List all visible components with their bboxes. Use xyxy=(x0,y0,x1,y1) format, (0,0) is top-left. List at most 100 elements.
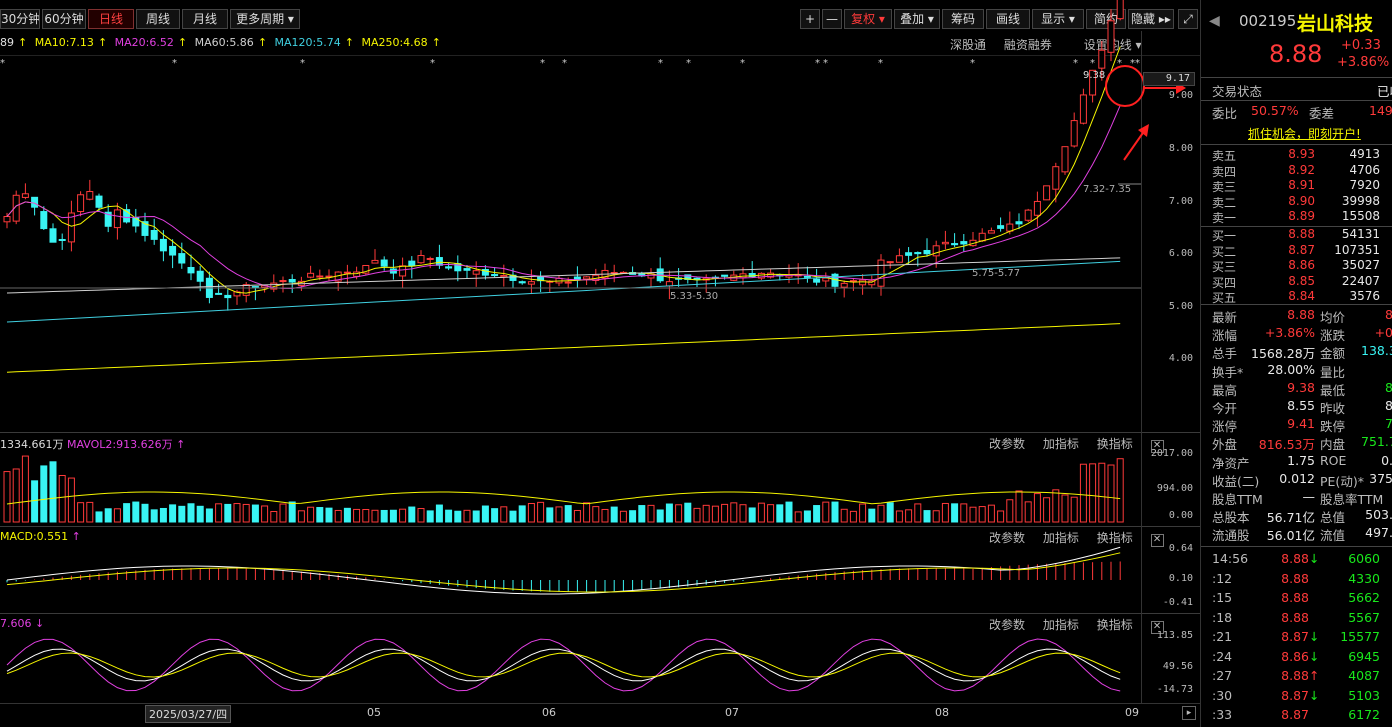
stat-value: 1.75 xyxy=(1287,452,1315,468)
stat-label: 最高 xyxy=(1212,382,1238,398)
arrow-down-icon: ↓ xyxy=(1309,551,1320,566)
volume-bar xyxy=(224,503,232,523)
tick-time: :12 xyxy=(1212,570,1233,586)
candle-body xyxy=(721,274,729,277)
collapse-icon[interactable]: ◀ xyxy=(1209,13,1220,29)
volume-bar xyxy=(77,502,85,523)
volume-bar xyxy=(307,506,315,523)
tick-row: :30 8.87 ↓ 5103 xyxy=(1201,688,1392,706)
scroll-right-icon[interactable]: ▸ xyxy=(1182,706,1196,720)
volume-bar xyxy=(610,506,618,523)
volume-bar xyxy=(426,510,434,523)
bid-row: 买四 8.85 22407 xyxy=(1201,273,1392,290)
volume-bar xyxy=(445,509,453,523)
order-ratio-row: 委比 50.57% 委差 149 xyxy=(1212,103,1392,121)
candle-body xyxy=(803,275,811,278)
candle-body xyxy=(583,276,591,280)
kdj-panel-actions: 改参数 加指标 换指标 ✕ xyxy=(975,616,1164,634)
price-tick: 6.00 xyxy=(1168,248,1193,259)
stat-value: 8 xyxy=(1361,380,1392,395)
tick-volume: 6060 xyxy=(1348,551,1380,566)
edit-params-link[interactable]: 改参数 xyxy=(989,618,1025,632)
add-indicator-link[interactable]: 加指标 xyxy=(1043,531,1079,545)
divider xyxy=(1201,100,1392,101)
candle-body xyxy=(150,230,158,240)
month-label: 08 xyxy=(935,706,949,719)
volume-ma-line xyxy=(6,491,1121,505)
tick-time: :15 xyxy=(1212,590,1233,605)
volume-bar xyxy=(353,508,361,523)
tick-price: 8.88 xyxy=(1281,590,1309,605)
ask-price: 8.92 xyxy=(1288,162,1315,177)
price-change: +0.33 xyxy=(1341,38,1381,53)
stat-label: 均价 xyxy=(1320,310,1346,325)
volume-bar xyxy=(675,504,683,523)
open-account-link[interactable]: 抓住机会，即刻开户! xyxy=(1248,125,1361,142)
event-star-icon: * xyxy=(878,58,883,69)
candle-body xyxy=(1006,223,1014,232)
candle-body xyxy=(279,280,287,283)
change-indicator-link[interactable]: 换指标 xyxy=(1097,437,1133,451)
edit-params-link[interactable]: 改参数 xyxy=(989,437,1025,451)
volume-bar xyxy=(1024,501,1032,523)
event-star-icon: * xyxy=(540,58,545,69)
stat-value: +3.86% xyxy=(1264,325,1315,341)
tick-volume: 6172 xyxy=(1348,707,1380,722)
candle-body xyxy=(242,284,250,296)
candle-body xyxy=(31,196,39,208)
tick-price: 8.87 xyxy=(1281,687,1309,703)
candle-body xyxy=(371,259,379,264)
stat-row: 换手* 28.00% 量比 xyxy=(1201,362,1392,380)
tick-time: :18 xyxy=(1212,609,1233,625)
candle-body xyxy=(932,245,940,257)
stat-row: 涨停 9.41 跌停 7 xyxy=(1201,416,1392,434)
flat-price-label: 5.75-5.77 xyxy=(972,268,1021,279)
highlight-circle xyxy=(1105,65,1145,107)
volume-bar xyxy=(196,505,204,523)
stat-row: 外盘 816.53万内盘 751.7 xyxy=(1201,434,1392,452)
volume-bar xyxy=(40,465,48,523)
candle-body xyxy=(445,266,453,269)
volume-bar xyxy=(601,508,609,523)
add-indicator-link[interactable]: 加指标 xyxy=(1043,437,1079,451)
ma250-line xyxy=(6,323,1121,373)
tick-time: :27 xyxy=(1212,668,1233,683)
volume-bar xyxy=(343,507,351,523)
bid-price: 8.85 xyxy=(1288,273,1315,288)
bid-volume: 54131 xyxy=(1341,227,1380,241)
tick-row: :21 8.87 ↓ 15577 xyxy=(1201,629,1392,647)
volume-bar xyxy=(159,507,167,523)
month-label: 05 xyxy=(367,706,381,719)
change-indicator-link[interactable]: 换指标 xyxy=(1097,618,1133,632)
bid-label: 买一 xyxy=(1212,229,1237,243)
volume-bar xyxy=(785,501,793,523)
volume-bar xyxy=(978,506,986,523)
volume-bar xyxy=(730,502,738,523)
price-tick: 9.00 xyxy=(1168,90,1193,101)
event-star-icon: * xyxy=(1090,58,1095,69)
kline-chart[interactable]: * * * * * * * * * * * * * * * * * * xyxy=(0,0,1200,703)
volume-bar xyxy=(748,507,756,523)
volume-bar xyxy=(371,509,379,523)
volume-bar xyxy=(518,505,526,523)
candle-body xyxy=(564,281,572,284)
stat-label: 总股本 xyxy=(1212,510,1250,526)
bid-volume: 107351 xyxy=(1334,242,1380,257)
volume-bar xyxy=(325,507,333,523)
stat-label: 流通股 xyxy=(1212,528,1250,544)
volume-bar xyxy=(86,501,94,523)
change-indicator-link[interactable]: 换指标 xyxy=(1097,531,1133,545)
volume-bar xyxy=(573,509,581,523)
edit-params-link[interactable]: 改参数 xyxy=(989,531,1025,545)
volume-bar xyxy=(923,510,931,523)
volume-bar xyxy=(831,501,839,523)
stat-value: 8.55 xyxy=(1287,398,1315,413)
candle-body xyxy=(1070,120,1078,147)
bid-volume: 35027 xyxy=(1341,258,1380,272)
candle-body xyxy=(1043,185,1051,201)
volume-bar xyxy=(619,510,627,523)
volume-bar xyxy=(794,511,802,523)
add-indicator-link[interactable]: 加指标 xyxy=(1043,618,1079,632)
candle-body xyxy=(159,238,167,252)
candle-body xyxy=(859,279,867,286)
